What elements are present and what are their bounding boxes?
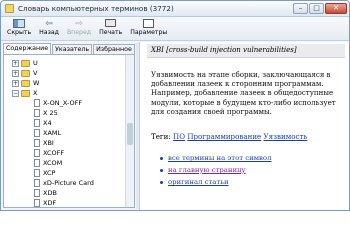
tree-item-topic[interactable]: XBI xyxy=(34,138,54,148)
tree-item-topic[interactable]: XCOM xyxy=(34,158,62,168)
collapse-icon[interactable]: − xyxy=(12,89,19,97)
print-label: Печать xyxy=(99,29,123,36)
back-arrow-icon: ⇦ xyxy=(45,19,53,29)
article-pane: XBI [cross-build injection vulnerabiliti… xyxy=(139,42,349,210)
tree-item-topic[interactable]: XAML xyxy=(34,128,61,138)
tag-link-programming[interactable]: Программирование xyxy=(187,132,261,141)
list-item: оригинал статьи xyxy=(160,176,271,188)
bullet-icon xyxy=(160,180,163,184)
maximize-button[interactable]: □ xyxy=(309,3,324,14)
back-button[interactable]: ⇦ Назад xyxy=(39,17,59,39)
forward-arrow-icon: ⇨ xyxy=(75,19,83,29)
tree-item-topic[interactable]: X 25 xyxy=(34,108,58,118)
tree-item-topic[interactable]: XCOFF xyxy=(34,148,64,158)
tags-label: Теги: xyxy=(151,132,171,141)
all-terms-link[interactable]: все термины на этот символ xyxy=(168,152,271,164)
options-label: Параметры xyxy=(130,29,168,36)
folder-icon xyxy=(21,69,30,77)
expand-icon[interactable]: + xyxy=(12,69,19,77)
tree-item-label: X 25 xyxy=(43,109,58,117)
tree-item-topic[interactable]: xD-Picture Card xyxy=(34,178,94,188)
tab-index[interactable]: Указатель xyxy=(52,44,93,54)
options-icon xyxy=(143,19,155,28)
tree-scrollbar[interactable] xyxy=(125,55,134,207)
tree-item-folder[interactable]: + U xyxy=(12,58,38,68)
document-icon xyxy=(34,179,40,187)
document-icon xyxy=(34,189,40,197)
document-icon xyxy=(34,139,40,147)
tag-link-po[interactable]: ПО xyxy=(173,132,185,141)
tree-item-label: XDF xyxy=(43,199,57,207)
tree-item-label: U xyxy=(33,59,38,67)
options-button[interactable]: Параметры xyxy=(130,17,167,39)
tree-item-label: XDB xyxy=(43,189,57,197)
home-page-link[interactable]: на главную страницу xyxy=(168,164,246,176)
list-item: все термины на этот символ xyxy=(160,152,271,164)
tree-item-label: W xyxy=(33,79,40,87)
hide-pane-icon xyxy=(13,19,26,28)
tree-item-label: X4 xyxy=(43,119,52,127)
tree-item-label: X xyxy=(33,89,38,97)
expand-icon[interactable]: + xyxy=(12,59,19,67)
window-title: Словарь компьютерных терминов (3772) xyxy=(18,4,174,13)
document-icon xyxy=(34,99,40,107)
window-controls: – □ ✕ xyxy=(293,3,347,14)
book-icon xyxy=(5,4,14,13)
bullet-icon xyxy=(160,168,163,172)
bullet-icon xyxy=(160,156,163,160)
tree-item-topic[interactable]: X4 xyxy=(34,118,52,128)
tree-item-topic[interactable]: X-ON_X-OFF xyxy=(34,98,82,108)
contents-tree: + U + V + W − X X-ON_X-OFF X 25 X4 XAML … xyxy=(3,54,135,208)
hide-label: Скрыть xyxy=(7,29,32,36)
forward-label: Вперед xyxy=(66,29,92,36)
article-title: XBI [cross-build injection vulnerabiliti… xyxy=(151,46,297,54)
document-icon xyxy=(34,129,40,137)
print-button[interactable]: Печать xyxy=(99,17,122,39)
scroll-thumb[interactable] xyxy=(127,123,133,145)
title-bar[interactable]: Словарь компьютерных терминов (3772) – □… xyxy=(1,1,349,17)
document-icon xyxy=(34,149,40,157)
nav-tabs: Содержание Указатель Избранное xyxy=(3,43,135,54)
tree-item-folder[interactable]: + W xyxy=(12,78,39,88)
document-icon xyxy=(34,109,40,117)
folder-icon xyxy=(21,89,30,97)
tree-item-label: XAML xyxy=(43,129,62,137)
article-header: XBI [cross-build injection vulnerabiliti… xyxy=(147,44,345,58)
tree-item-label: XCOM xyxy=(43,159,63,167)
folder-icon xyxy=(21,79,30,87)
tree-item-folder[interactable]: + V xyxy=(12,68,37,78)
document-icon xyxy=(34,199,40,207)
minimize-button[interactable]: – xyxy=(293,3,308,14)
tree-item-topic[interactable]: XDF xyxy=(34,198,57,207)
article-links: все термины на этот символ на главную ст… xyxy=(160,152,271,188)
original-article-link[interactable]: оригинал статьи xyxy=(168,176,229,188)
tree-item-label: V xyxy=(33,69,38,77)
tree-item-label: XCOFF xyxy=(43,149,65,157)
tree-item-topic[interactable]: XDB xyxy=(34,188,57,198)
document-icon xyxy=(34,159,40,167)
document-icon xyxy=(34,119,40,127)
tree-item-label: X-ON_X-OFF xyxy=(43,99,83,107)
forward-button[interactable]: ⇨ Вперед xyxy=(67,17,91,39)
help-window: Словарь компьютерных терминов (3772) – □… xyxy=(0,0,350,211)
printer-icon xyxy=(105,19,117,27)
document-icon xyxy=(34,169,40,177)
close-button[interactable]: ✕ xyxy=(325,3,347,14)
tree-item-topic[interactable]: XCP xyxy=(34,168,55,178)
tab-contents[interactable]: Содержание xyxy=(3,43,52,54)
expand-icon[interactable]: + xyxy=(12,79,19,87)
tree-item-folder[interactable]: − X xyxy=(12,88,37,98)
article-body: Уязвимость на этапе сборки, заключающаяс… xyxy=(151,70,336,116)
tags-line: Теги: ПО Программирование Уязвимость xyxy=(151,132,307,141)
tag-link-vulnerability[interactable]: Уязвимость xyxy=(264,132,308,141)
hide-button[interactable]: Скрыть xyxy=(7,17,31,39)
tree-item-label: XBI xyxy=(43,139,54,147)
back-label: Назад xyxy=(39,29,59,36)
folder-icon xyxy=(21,59,30,67)
tree-item-label: xD-Picture Card xyxy=(43,179,94,187)
tree-item-label: XCP xyxy=(43,169,56,177)
list-item: на главную страницу xyxy=(160,164,271,176)
tab-favorites[interactable]: Избранное xyxy=(93,44,135,54)
toolbar: Скрыть ⇦ Назад ⇨ Вперед Печать Параметры xyxy=(1,17,349,41)
